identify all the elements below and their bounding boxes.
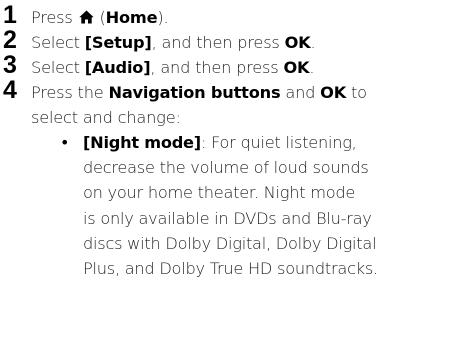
ok-label: OK xyxy=(320,83,347,102)
setup-label: [Setup] xyxy=(84,33,152,52)
step-text-pre: Select xyxy=(31,33,80,52)
step-number: 1 xyxy=(3,1,17,29)
home-label: Home xyxy=(105,8,158,27)
night-mode-term: [Night mode] xyxy=(83,133,201,152)
description-line: is only available in DVDs and Blu-ray xyxy=(83,208,372,228)
step-text-line: Press the Navigation buttons and OK to xyxy=(31,80,367,105)
step-text-end: . xyxy=(310,33,316,52)
ok-label: OK xyxy=(283,58,310,77)
step-text: Press (Home). xyxy=(31,5,169,30)
description-line: [Night mode]: For quiet listening, xyxy=(83,130,453,155)
description-line: Plus, and Dolby True HD soundtracks. xyxy=(83,259,378,279)
step-text-end: . xyxy=(309,58,315,77)
description-line: discs with Dolby Digital, Dolby Digital xyxy=(83,233,377,253)
step-text: Press the Navigation buttons and OK to s… xyxy=(31,80,367,130)
navigation-buttons-label: Navigation buttons xyxy=(108,83,281,102)
step-number: 4 xyxy=(3,76,17,104)
step-text-end: to xyxy=(351,83,367,102)
step-text-pre: Select xyxy=(31,58,80,77)
step-text-close: ). xyxy=(157,8,169,27)
night-mode-description: [Night mode]: For quiet listening, decre… xyxy=(83,130,453,281)
step-text-pre: Press the xyxy=(31,83,104,102)
instructions-document: 1 Press (Home). 2 Select [Setup], and th… xyxy=(0,0,460,353)
audio-label: [Audio] xyxy=(84,58,151,77)
bullet-point: • xyxy=(60,133,70,152)
step-text-mid: and xyxy=(285,83,316,102)
home-icon xyxy=(78,6,94,24)
step-text-line-2: select and change: xyxy=(31,108,181,127)
step-number: 2 xyxy=(3,26,17,54)
description-line: on your home theater. Night mode xyxy=(83,183,356,203)
description-line: decrease the volume of loud sounds xyxy=(83,158,369,178)
description-text: : For quiet listening, xyxy=(200,133,357,152)
step-text-pre: Press xyxy=(31,8,73,27)
ok-label: OK xyxy=(284,33,311,52)
step-text: Select [Audio], and then press OK. xyxy=(31,55,314,80)
step-number: 3 xyxy=(3,51,17,79)
step-text-mid: , and then press xyxy=(151,33,280,52)
step-text: Select [Setup], and then press OK. xyxy=(31,30,316,55)
step-text-mid: , and then press xyxy=(150,58,279,77)
